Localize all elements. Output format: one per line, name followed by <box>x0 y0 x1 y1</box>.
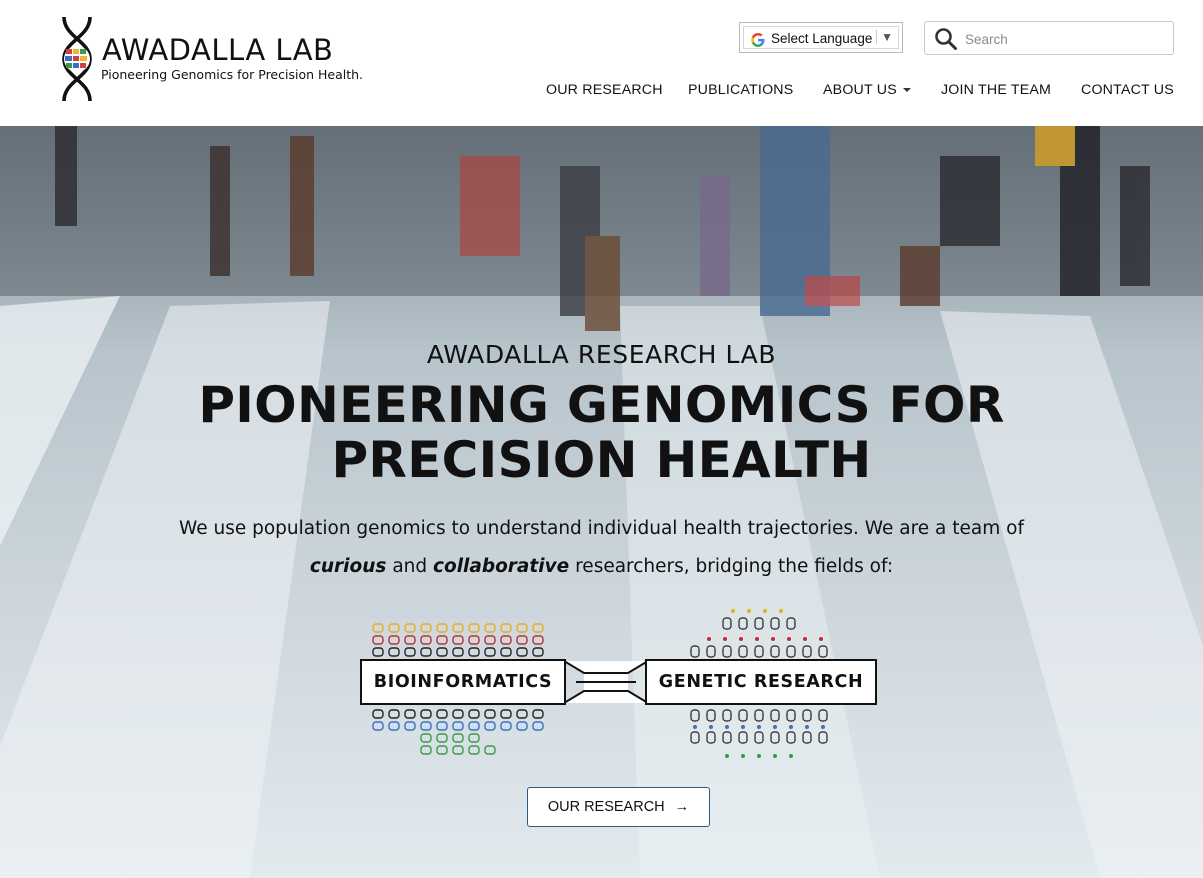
chevron-down-icon: ▼ <box>876 30 893 44</box>
hero-kicker: AWADALLA RESEARCH LAB <box>426 340 777 369</box>
hero-headline: PIONEERING GENOMICS FOR PRECISION HEALTH <box>0 378 1203 488</box>
logo-title: AWADALLA LAB <box>102 33 334 67</box>
hero-description-line2: curious and collaborative researchers, b… <box>0 548 1203 586</box>
arrow-right-icon: → <box>674 799 690 815</box>
emphasis-collaborative: collaborative <box>433 556 570 577</box>
caret-down-icon <box>902 88 911 93</box>
text-rest: researchers, bridging the fields of: <box>575 556 894 577</box>
hero-section: AWADALLA RESEARCH LAB PIONEERING GENOMIC… <box>0 126 1203 878</box>
search-icon[interactable] <box>934 27 958 51</box>
cta-label: OUR RESEARCH <box>547 799 665 815</box>
site-logo[interactable]: AWADALLA LAB Pioneering Genomics for Pre… <box>58 15 378 105</box>
our-research-button[interactable]: OUR RESEARCH → <box>527 787 710 827</box>
language-label: Select Language <box>771 31 873 46</box>
emphasis-curious: curious <box>309 556 387 577</box>
hero-description-line1: We use population genomics to understand… <box>179 518 1024 539</box>
hero-background-image <box>0 126 1203 878</box>
language-select[interactable]: Select Language ▼ <box>739 22 903 53</box>
site-header: AWADALLA LAB Pioneering Genomics for Pre… <box>0 0 1203 126</box>
logo-tagline: Pioneering Genomics for Precision Health… <box>101 67 364 82</box>
nav-contact-us[interactable]: CONTACT US <box>1081 82 1174 98</box>
dna-logo-icon <box>62 16 92 102</box>
field-genetic-research: GENETIC RESEARCH <box>645 659 877 705</box>
hero-description: We use population genomics to understand… <box>0 510 1203 586</box>
hero-headline-line2: PRECISION HEALTH <box>331 431 872 489</box>
nav-about-us-label: ABOUT US <box>823 82 897 98</box>
nav-our-research[interactable]: OUR RESEARCH <box>546 82 663 98</box>
search-input[interactable] <box>963 26 1167 52</box>
nav-join-the-team[interactable]: JOIN THE TEAM <box>941 82 1051 98</box>
google-icon <box>751 33 765 47</box>
search-box <box>924 21 1174 55</box>
nav-about-us[interactable]: ABOUT US <box>823 82 911 98</box>
hero-headline-line1: PIONEERING GENOMICS FOR <box>198 376 1005 434</box>
text-and: and <box>392 556 428 577</box>
connector-icon <box>564 660 648 704</box>
nav-publications[interactable]: PUBLICATIONS <box>688 82 793 98</box>
field-bioinformatics: BIOINFORMATICS <box>360 659 566 705</box>
